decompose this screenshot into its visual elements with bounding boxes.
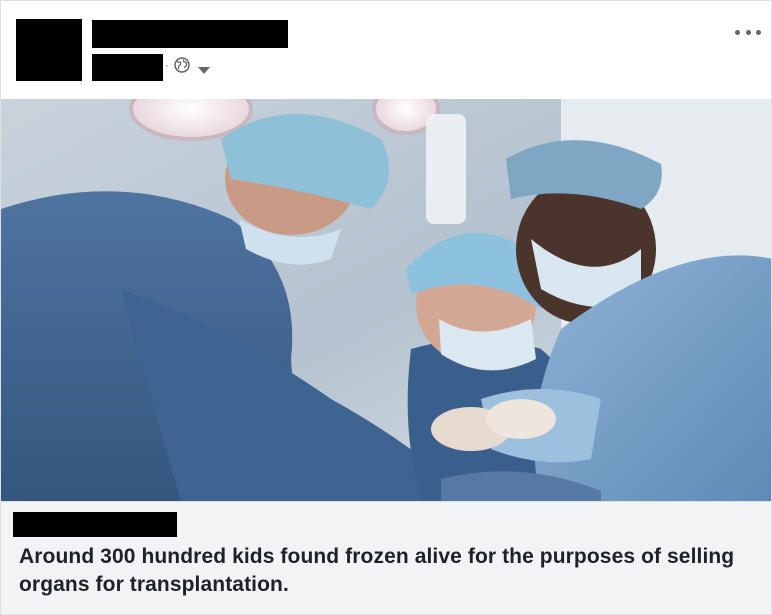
ellipsis-icon: [756, 29, 761, 35]
facebook-post-card: · Around 300 hundred kids found frozen a…: [0, 0, 772, 615]
redacted-timestamp[interactable]: [92, 54, 163, 81]
caret-down-icon[interactable]: [197, 63, 211, 74]
more-options-button[interactable]: [735, 25, 761, 39]
ellipsis-icon: [735, 29, 740, 35]
post-header: ·: [1, 1, 771, 99]
link-preview[interactable]: Around 300 hundred kids found frozen ali…: [1, 501, 771, 614]
meta-separator: ·: [165, 58, 169, 72]
surgeons-photo-illustration: [1, 99, 771, 501]
redacted-avatar[interactable]: [16, 19, 82, 81]
redacted-author-name[interactable]: [92, 20, 288, 48]
globe-icon[interactable]: [174, 57, 190, 73]
redacted-source-domain: [13, 512, 177, 537]
ellipsis-icon: [745, 29, 751, 35]
link-headline[interactable]: Around 300 hundred kids found frozen ali…: [19, 543, 759, 599]
shared-link-photo[interactable]: [1, 99, 771, 501]
